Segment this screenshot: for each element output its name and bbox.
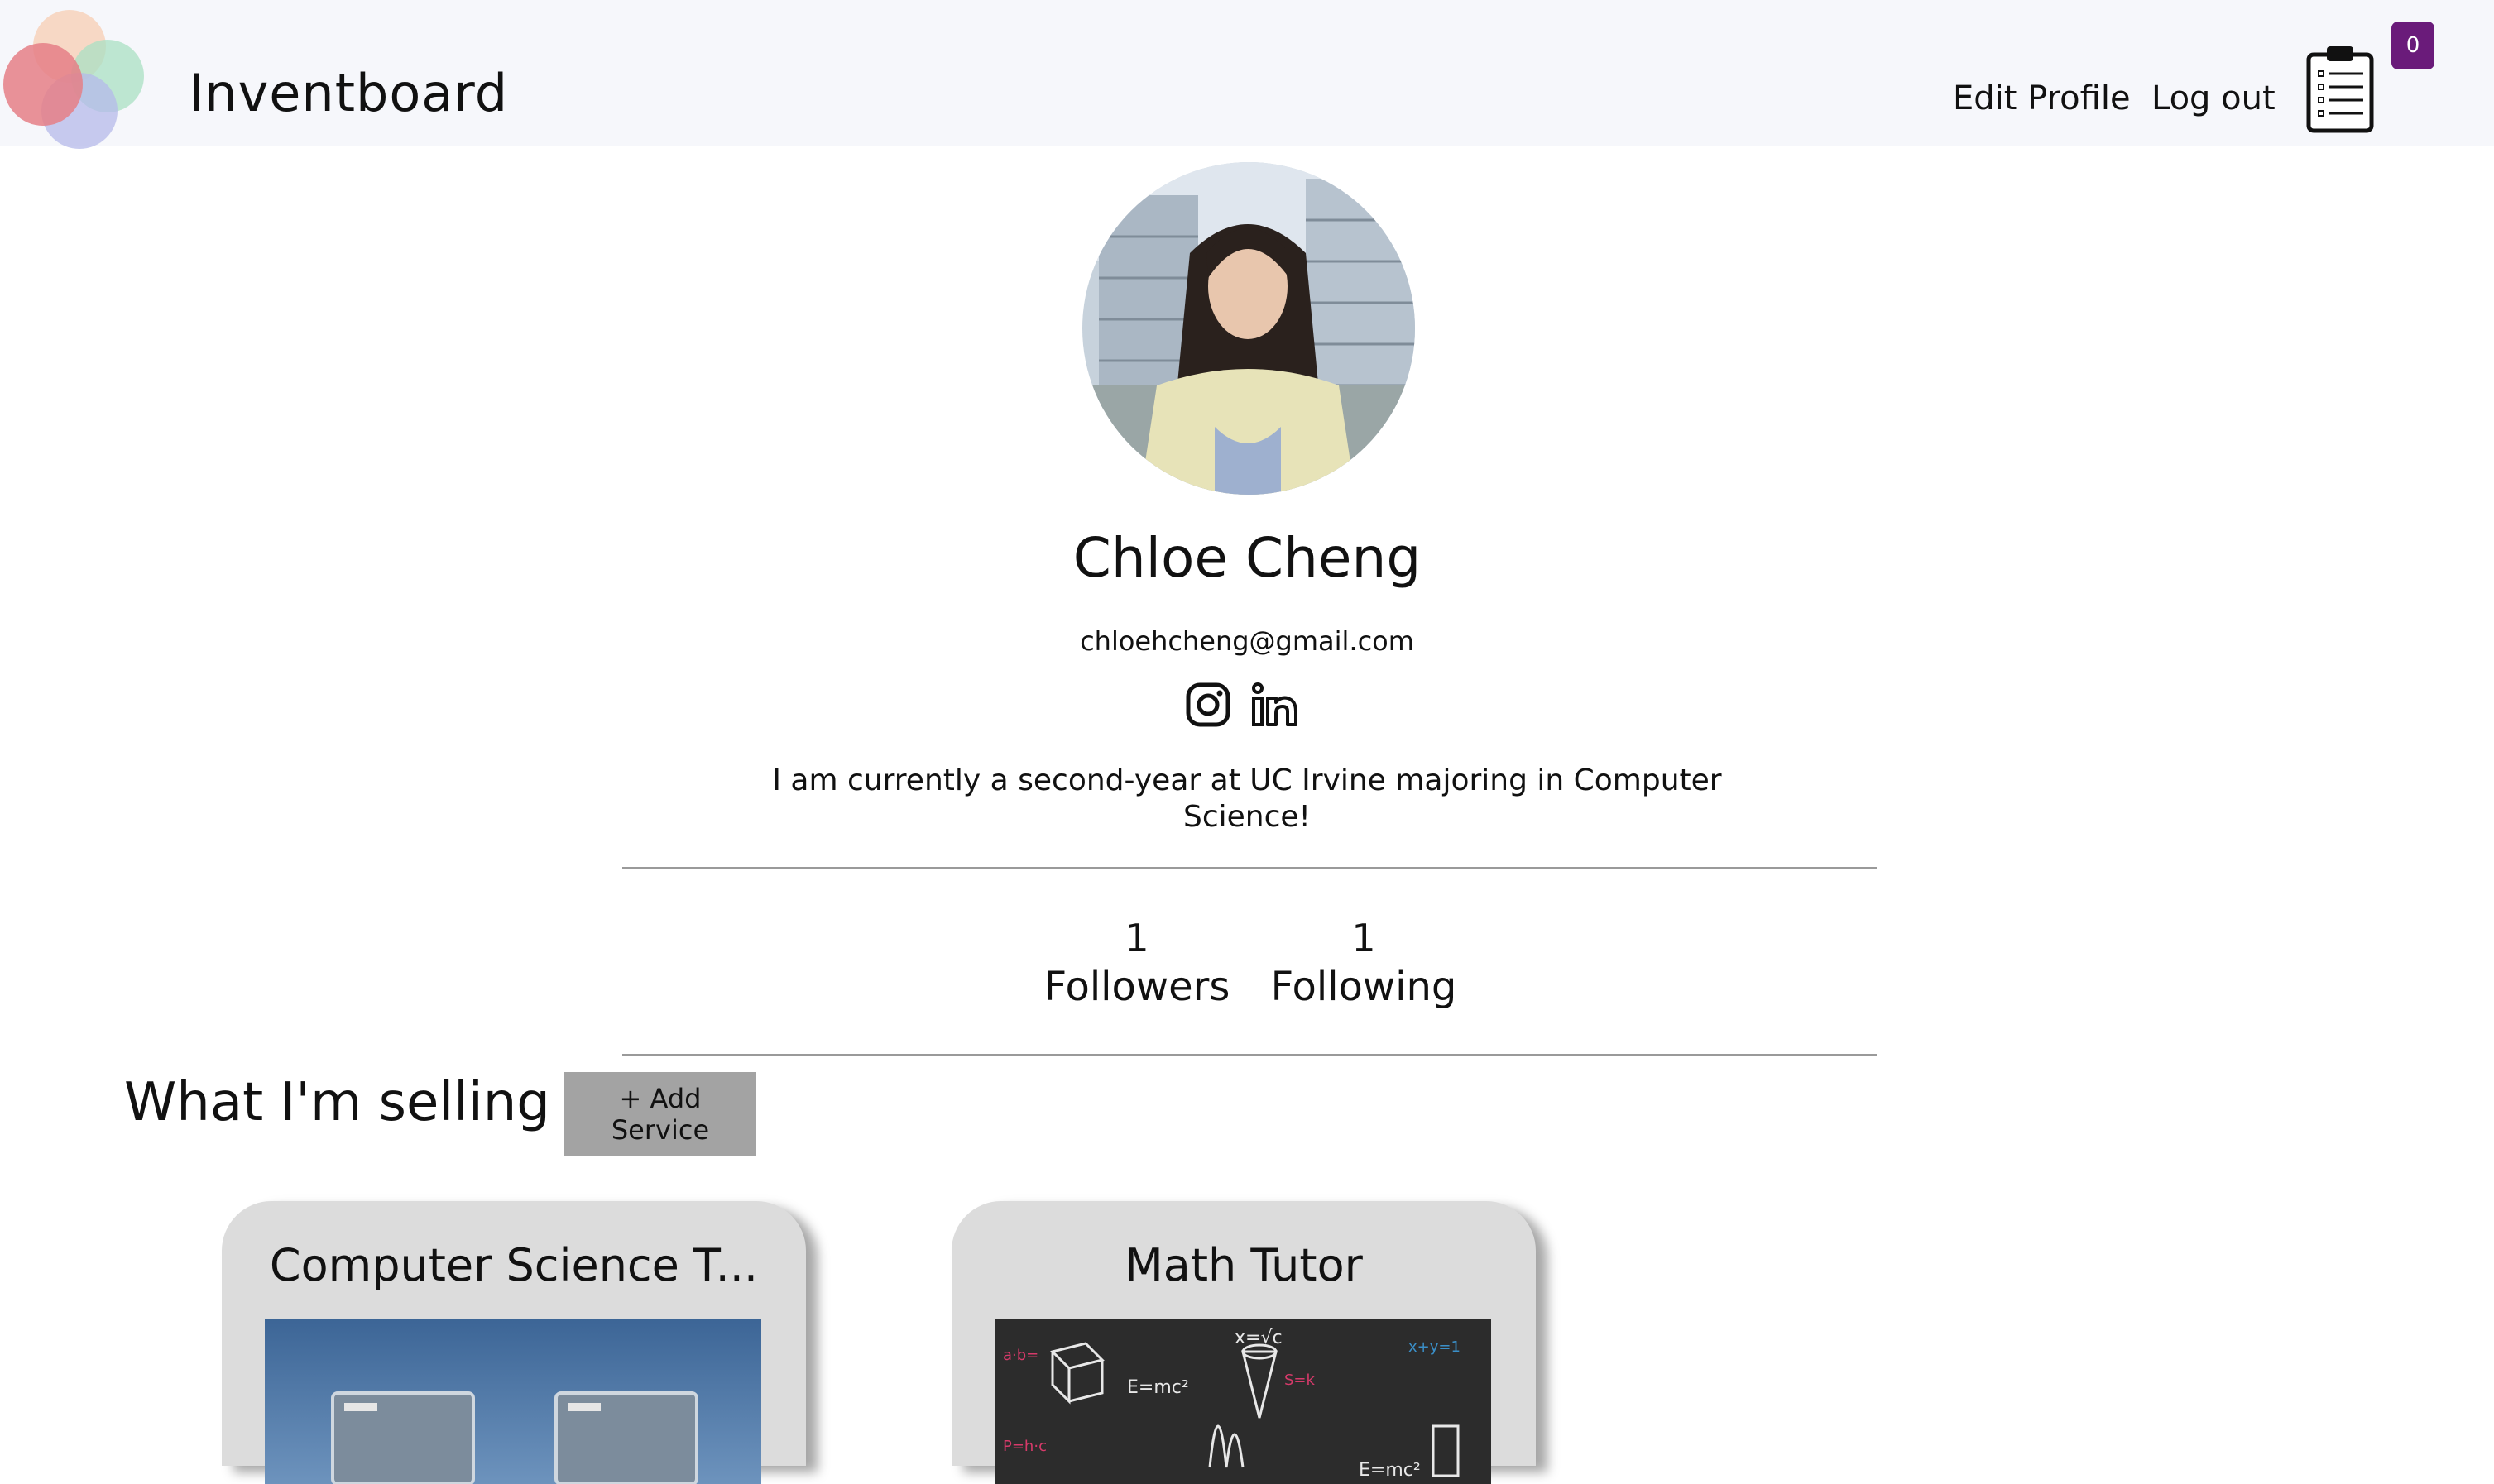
- following-label: Following: [1270, 964, 1457, 1010]
- svg-text:S=k: S=k: [1284, 1372, 1316, 1389]
- divider-bottom: [622, 1054, 1877, 1056]
- profile-bio: I am currently a second-year at UC Irvin…: [772, 764, 1722, 834]
- cart-count-badge: 0: [2391, 22, 2434, 69]
- section-title-selling: What I'm selling: [124, 1072, 550, 1133]
- instagram-icon[interactable]: [1183, 680, 1233, 730]
- svg-text:E=mc²: E=mc²: [1359, 1460, 1421, 1481]
- add-service-button[interactable]: + Add Service: [564, 1072, 756, 1156]
- followers-stat[interactable]: 1 Followers: [1039, 913, 1235, 1011]
- top-nav-bar: Inventboard Edit Profile Log out 0: [0, 0, 2494, 149]
- service-card[interactable]: Math Tutor a·b= P=h·c S=k E=mc² x=√c E=m…: [952, 1201, 1536, 1484]
- profile-avatar: [1082, 162, 1415, 495]
- clipboard-list-icon[interactable]: [2305, 43, 2375, 134]
- divider-top: [622, 867, 1877, 869]
- service-card[interactable]: Computer Science T...: [222, 1201, 806, 1484]
- profile-name: Chloe Cheng: [1072, 526, 1422, 590]
- svg-text:a·b=: a·b=: [1003, 1347, 1038, 1364]
- profile-email: chloehcheng@gmail.com: [1080, 625, 1414, 657]
- following-count: 1: [1351, 916, 1376, 960]
- followers-count: 1: [1125, 916, 1149, 960]
- following-stat[interactable]: 1 Following: [1266, 913, 1461, 1011]
- service-card-image: a·b= P=h·c S=k E=mc² x=√c E=mc² x+y=1: [995, 1319, 1491, 1484]
- svg-text:E=mc²: E=mc²: [1127, 1377, 1189, 1398]
- service-card-image: [265, 1319, 761, 1484]
- edit-profile-link[interactable]: Edit Profile: [1953, 79, 2131, 117]
- brand-name[interactable]: Inventboard: [189, 63, 508, 123]
- service-card-title: Computer Science T...: [269, 1239, 759, 1291]
- svg-text:x=√c: x=√c: [1235, 1328, 1283, 1348]
- service-card-title: Math Tutor: [1125, 1239, 1363, 1291]
- linkedin-icon[interactable]: [1249, 680, 1299, 730]
- logout-link[interactable]: Log out: [2151, 79, 2276, 117]
- followers-label: Followers: [1043, 964, 1230, 1010]
- svg-text:P=h·c: P=h·c: [1003, 1438, 1047, 1455]
- svg-text:x+y=1: x+y=1: [1408, 1338, 1460, 1356]
- logo[interactable]: [0, 7, 149, 156]
